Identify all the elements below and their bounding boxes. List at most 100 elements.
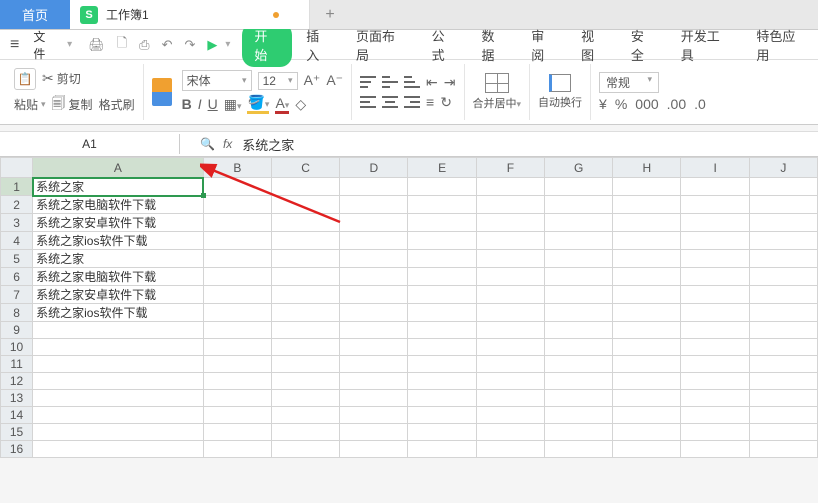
cell[interactable] (203, 178, 271, 196)
cell[interactable] (476, 196, 544, 214)
col-header-B[interactable]: B (203, 158, 271, 178)
cell[interactable] (681, 268, 749, 286)
wrap-icon[interactable] (549, 74, 571, 92)
cell[interactable] (544, 390, 612, 407)
cell[interactable]: 系统之家电脑软件下载 (33, 196, 204, 214)
row-header[interactable]: 3 (1, 214, 33, 232)
cell[interactable] (33, 356, 204, 373)
indent-dec-icon[interactable]: ⇤ (426, 74, 438, 91)
cell[interactable] (544, 322, 612, 339)
cell[interactable] (33, 322, 204, 339)
cell[interactable] (271, 214, 339, 232)
cell[interactable] (681, 196, 749, 214)
currency-icon[interactable]: ¥ (599, 96, 607, 112)
cell[interactable] (408, 390, 476, 407)
menu-tab-layout[interactable]: 页面布局 (346, 26, 418, 64)
row-header[interactable]: 5 (1, 250, 33, 268)
cell[interactable] (408, 339, 476, 356)
cell[interactable] (33, 373, 204, 390)
cell[interactable] (681, 356, 749, 373)
cell[interactable] (408, 322, 476, 339)
cell[interactable] (749, 178, 817, 196)
row-header[interactable]: 12 (1, 373, 33, 390)
cell[interactable] (544, 441, 612, 458)
cell[interactable] (749, 196, 817, 214)
merge-icon[interactable] (485, 73, 509, 93)
cell[interactable] (749, 250, 817, 268)
format-painter-icon[interactable] (152, 78, 172, 106)
menu-tab-special[interactable]: 特色应用 (746, 26, 818, 64)
cell[interactable] (613, 373, 681, 390)
cell[interactable] (340, 390, 408, 407)
cell[interactable] (33, 424, 204, 441)
cell[interactable] (681, 424, 749, 441)
cell[interactable] (340, 304, 408, 322)
cell[interactable] (340, 356, 408, 373)
cut-button[interactable]: ✂剪切 (42, 70, 81, 87)
cell[interactable] (681, 214, 749, 232)
cell[interactable] (681, 390, 749, 407)
row-header[interactable]: 14 (1, 407, 33, 424)
cell[interactable] (271, 250, 339, 268)
row-header[interactable]: 8 (1, 304, 33, 322)
cell[interactable]: 系统之家安卓软件下载 (33, 214, 204, 232)
cell[interactable] (408, 214, 476, 232)
cell[interactable] (476, 390, 544, 407)
cell[interactable] (271, 322, 339, 339)
cell[interactable] (544, 232, 612, 250)
cell[interactable] (613, 232, 681, 250)
cell[interactable] (340, 373, 408, 390)
cell[interactable] (340, 268, 408, 286)
cell[interactable] (271, 407, 339, 424)
cell[interactable] (408, 424, 476, 441)
cell[interactable] (613, 322, 681, 339)
border-button[interactable]: ▦▾ (224, 96, 242, 113)
col-header-E[interactable]: E (408, 158, 476, 178)
cell[interactable] (749, 441, 817, 458)
qat-chevron-icon[interactable]: ▾ (225, 39, 238, 50)
row-header[interactable]: 11 (1, 356, 33, 373)
cell[interactable] (613, 390, 681, 407)
align-center-icon[interactable] (382, 96, 398, 108)
cell[interactable] (476, 441, 544, 458)
clear-format-button[interactable]: ◇ (295, 96, 306, 113)
row-header[interactable]: 2 (1, 196, 33, 214)
row-header[interactable]: 13 (1, 390, 33, 407)
cell[interactable] (271, 356, 339, 373)
cell[interactable] (271, 424, 339, 441)
cell[interactable] (749, 356, 817, 373)
cell[interactable] (203, 441, 271, 458)
cell[interactable] (340, 214, 408, 232)
cell[interactable] (271, 196, 339, 214)
cell[interactable] (613, 196, 681, 214)
cell[interactable] (203, 214, 271, 232)
cell[interactable] (681, 178, 749, 196)
align-right-icon[interactable] (404, 96, 420, 108)
cell[interactable] (476, 356, 544, 373)
cell[interactable] (476, 268, 544, 286)
row-header[interactable]: 16 (1, 441, 33, 458)
menu-tab-start[interactable]: 开始 (242, 23, 292, 67)
cell[interactable] (271, 373, 339, 390)
cell[interactable] (544, 304, 612, 322)
qat-print-icon[interactable]: ⎙ (135, 37, 153, 53)
tab-home[interactable]: 首页 (0, 0, 70, 29)
cell[interactable] (340, 196, 408, 214)
cell[interactable] (476, 178, 544, 196)
italic-button[interactable]: I (198, 96, 202, 112)
cell[interactable] (476, 214, 544, 232)
cell[interactable] (544, 407, 612, 424)
cell[interactable] (476, 304, 544, 322)
cell[interactable] (681, 232, 749, 250)
cell[interactable] (544, 178, 612, 196)
cell[interactable] (340, 250, 408, 268)
tab-workbook[interactable]: S 工作簿1 (70, 0, 310, 29)
cell[interactable] (476, 407, 544, 424)
qat-undo-icon[interactable]: ↶ (158, 37, 177, 53)
menu-tab-security[interactable]: 安全 (621, 26, 667, 64)
cell[interactable] (408, 178, 476, 196)
cell[interactable] (681, 250, 749, 268)
formula-input[interactable]: 系统之家 (232, 135, 294, 154)
cell[interactable] (203, 373, 271, 390)
cell[interactable] (544, 214, 612, 232)
